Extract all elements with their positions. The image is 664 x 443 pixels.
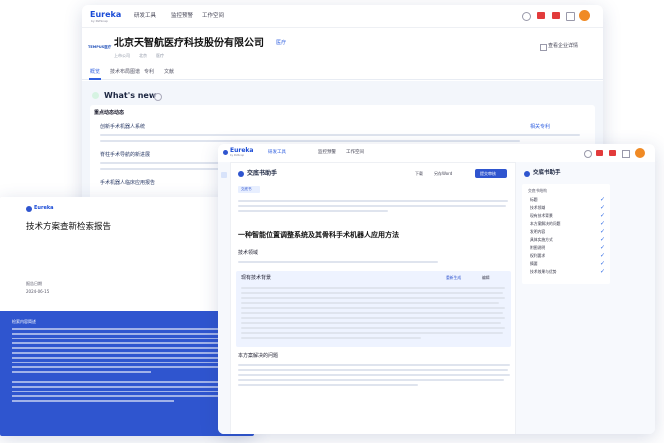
document-area: 交底书助手 下载 另存Word 提交审核 交底书 一种智能位置调整系统及其骨科手… [230, 162, 515, 434]
meta-tag-1: 上市公司 [114, 53, 130, 58]
assistant-navbar: Eureka by PatSnap 研发工具 监控预警 工作空间 [218, 144, 655, 163]
sidebar-title: 交底书助手 [533, 170, 561, 176]
check-icon: ✓ [600, 196, 606, 203]
assistant-sidebar: 交底书助手 交底书结构 标题 ✓ 技术领域 ✓ 现有技术背景 ✓ 本方案解决的问… [515, 162, 655, 434]
grid-icon[interactable] [566, 12, 575, 21]
help-icon[interactable] [584, 150, 592, 158]
checklist-item[interactable]: 现有技术背景 [530, 214, 553, 218]
nav-workspace[interactable]: 工作空间 [346, 150, 364, 156]
follow-checkbox[interactable] [540, 44, 547, 51]
check-icon: ✓ [600, 244, 606, 251]
nav-monitoring[interactable]: 监控预警 [318, 150, 336, 156]
edit-button[interactable]: 编辑 [482, 276, 490, 280]
section-tech-field: 技术领域 [238, 250, 259, 256]
checklist-item[interactable]: 技术效果与优势 [530, 270, 557, 274]
top-navbar: Eureka by PatSnap 研发工具 监控预警 工作空间 [82, 5, 603, 28]
logo-subtitle: by PatSnap [91, 19, 108, 23]
checklist-item[interactable]: 具体实施方式 [530, 238, 553, 242]
checklist-item[interactable]: 权利要求 [530, 254, 545, 258]
new-badge-icon[interactable] [596, 150, 603, 156]
check-icon: ✓ [600, 260, 606, 267]
meta-tag-2: 北京 [139, 53, 147, 58]
report-logo: Eureka [34, 205, 54, 211]
document-title: 一种智能位置调整系统及其骨科手术机器人应用方法 [238, 231, 399, 239]
avatar[interactable] [579, 10, 590, 21]
tab-overview[interactable]: 概览 [90, 70, 100, 75]
checklist-group: 交底书结构 [528, 188, 547, 193]
submit-button[interactable]: 提交审核 [475, 169, 507, 178]
nav-monitoring[interactable]: 监控预警 [171, 13, 193, 20]
checklist-item[interactable]: 标题 [530, 198, 538, 202]
checklist-item[interactable]: 本方案解决的问题 [530, 222, 560, 226]
report-date-label: 报告日期 [26, 281, 42, 286]
follow-label[interactable]: 查看企业详情 [548, 44, 578, 49]
company-header: TEMPUS医疗 北京天智航医疗科技股份有限公司 医疗 上市公司 北京 医疗 查… [82, 27, 603, 63]
menu-icon[interactable] [221, 172, 227, 178]
check-icon: ✓ [600, 268, 606, 275]
news-item-title[interactable]: 创新手术机器人系统 [100, 125, 145, 130]
chip[interactable]: 交底书 [238, 186, 260, 193]
download-button[interactable]: 下载 [415, 172, 423, 176]
save-word-button[interactable]: 另存Word [434, 172, 452, 176]
logo-subtitle: by PatSnap [230, 154, 245, 157]
company-logo-text: TEMPUS医疗 [88, 45, 112, 49]
checklist-item[interactable]: 附图说明 [530, 246, 545, 250]
tab-patents[interactable]: 专利 [144, 70, 154, 75]
checklist-item[interactable]: 发明内容 [530, 230, 545, 234]
assistant-icon [238, 171, 244, 177]
report-date: 2024-06-15 [26, 289, 50, 294]
news-item-title[interactable]: 手术机器人临床应用报告 [100, 181, 155, 186]
notification-icon[interactable] [552, 12, 560, 19]
whats-new-title: What's new [104, 91, 157, 100]
section-background: 现有技术背景 [241, 275, 272, 281]
meta-tag-3: 医疗 [156, 53, 164, 58]
checklist-card: 交底书结构 标题 ✓ 技术领域 ✓ 现有技术背景 ✓ 本方案解决的问题 ✓ 发明… [522, 184, 610, 284]
report-title: 技术方案查新检索报告 [26, 222, 112, 232]
nav-workspace[interactable]: 工作空间 [202, 13, 224, 20]
check-icon: ✓ [600, 252, 606, 259]
report-logo-icon [26, 206, 32, 212]
sidebar-assistant-icon [524, 171, 530, 177]
regenerate-button[interactable]: 重新生成 [446, 276, 461, 280]
whats-new-icon [92, 92, 99, 99]
abstract-block: 检索内容简述 ❞ [0, 311, 254, 436]
eureka-logo[interactable]: Eureka [90, 11, 121, 19]
new-badge-icon[interactable] [537, 12, 545, 19]
avatar[interactable] [635, 148, 645, 158]
abstract-text-lines [12, 328, 244, 402]
related-patents-link[interactable]: 相关专利 [530, 125, 550, 130]
checklist-item[interactable]: 摘要 [530, 262, 538, 266]
chip-label: 交底书 [241, 187, 252, 191]
assistant-window: Eureka by PatSnap 研发工具 监控预警 工作空间 交底书助手 下… [218, 144, 655, 434]
check-icon: ✓ [600, 220, 606, 227]
checklist-item[interactable]: 技术领域 [530, 206, 545, 210]
section-label: 重点动态动态 [94, 110, 125, 116]
news-item-title[interactable]: 脊柱手术导航的新进展 [100, 153, 150, 158]
check-icon: ✓ [600, 212, 606, 219]
check-icon: ✓ [600, 228, 606, 235]
submit-label: 提交审核 [480, 170, 496, 176]
highlight-section: 现有技术背景 重新生成 编辑 [236, 271, 511, 347]
panel-title: 交底书助手 [247, 170, 278, 177]
check-icon: ✓ [600, 236, 606, 243]
tab-literature[interactable]: 文献 [164, 70, 174, 75]
notification-icon[interactable] [609, 150, 616, 156]
tab-tech-map[interactable]: 技术布局图谱 [110, 70, 140, 75]
nav-rd-tools[interactable]: 研发工具 [268, 150, 286, 156]
check-icon: ✓ [600, 204, 606, 211]
company-name: 北京天智航医疗科技股份有限公司 [114, 38, 264, 49]
report-cover: Eureka 技术方案查新检索报告 报告日期 2024-06-15 检索内容简述… [0, 197, 254, 436]
brand-icon [223, 150, 228, 155]
abstract-label: 检索内容简述 [12, 319, 36, 324]
company-badge[interactable]: 医疗 [276, 41, 286, 46]
section-problem: 本方案解决的问题 [238, 353, 279, 359]
grid-icon[interactable] [622, 150, 630, 158]
info-icon[interactable] [154, 93, 162, 101]
profile-tabs: 概览 技术布局图谱 专利 文献 [82, 67, 603, 80]
active-tab-indicator [89, 78, 101, 80]
help-icon[interactable] [522, 12, 531, 21]
nav-rd-tools[interactable]: 研发工具 [134, 13, 156, 20]
